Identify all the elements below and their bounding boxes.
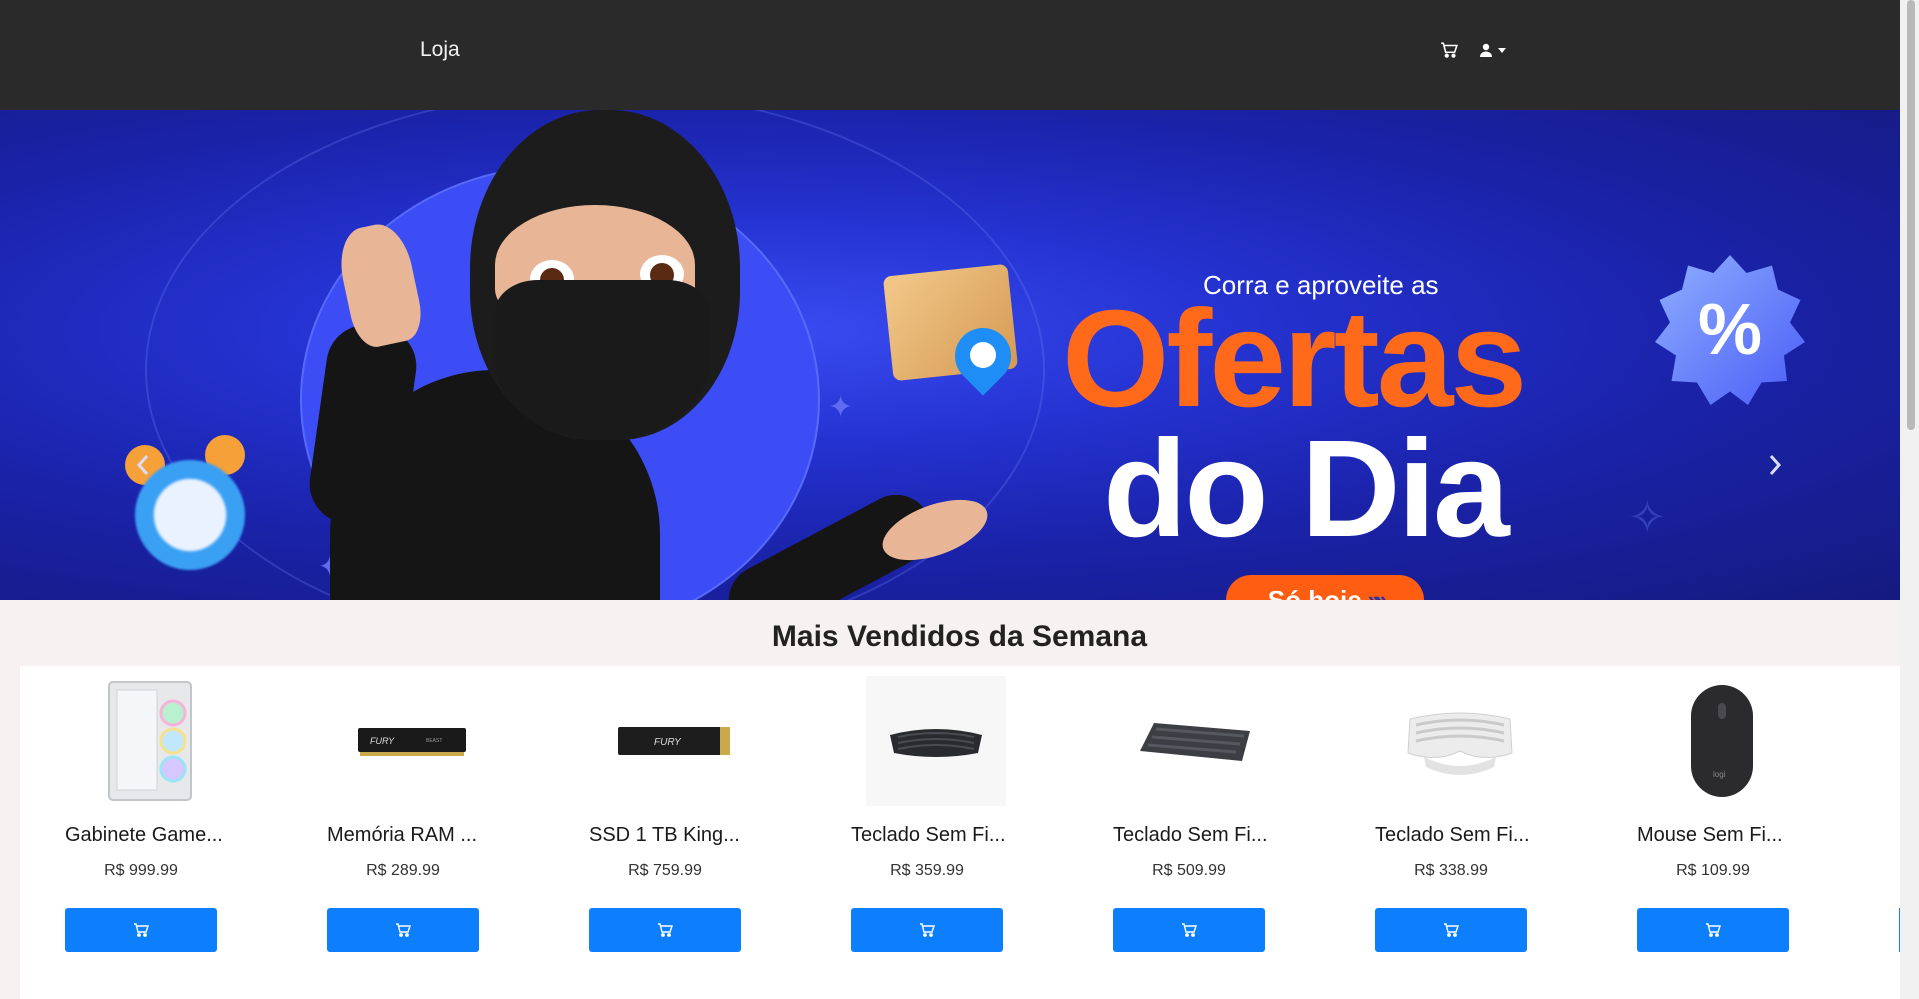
cart-icon (1706, 923, 1721, 937)
percent-icon: % (1697, 290, 1763, 370)
cart-icon (1182, 923, 1197, 937)
svg-text:FURY: FURY (370, 736, 395, 746)
product-price: R$ 338.99 (1414, 862, 1488, 879)
ram-module-image[interactable]: FURY BEAST (342, 676, 482, 806)
add-to-cart-button[interactable] (327, 908, 479, 952)
ergonomic-keyboard-image[interactable] (866, 676, 1006, 806)
product-name[interactable]: Teclado Sem Fi... (1375, 824, 1545, 847)
add-to-cart-button[interactable] (589, 908, 741, 952)
product-price: R$ 759.99 (628, 862, 702, 879)
svg-text:FURY: FURY (654, 737, 682, 748)
hero-cta-button[interactable]: Só hoje »» (1226, 575, 1424, 600)
svg-text:logi: logi (1713, 770, 1726, 779)
carousel-next-button[interactable] (1760, 445, 1790, 485)
double-chevron-icon: »» (1367, 587, 1388, 600)
location-pin-dot (970, 342, 996, 368)
hero-cta-label: Só hoje (1267, 584, 1362, 601)
caret-down-icon (1498, 48, 1506, 53)
discount-badge: % (1655, 255, 1805, 405)
product-price: R$ 289.99 (366, 862, 440, 879)
chevron-right-icon (1769, 455, 1782, 475)
cart-icon (396, 923, 411, 937)
add-to-cart-button[interactable] (65, 908, 217, 952)
ssd-image[interactable]: FURY (604, 676, 744, 806)
cart-icon (134, 923, 149, 937)
white-keyboard-image[interactable] (1390, 676, 1530, 806)
product-price: R$ 109.99 (1676, 862, 1750, 879)
product-price: R$ 509.99 (1152, 862, 1226, 879)
page-scrollbar-thumb[interactable] (1907, 0, 1915, 430)
svg-text:BEAST: BEAST (426, 738, 442, 744)
product-price: R$ 359.99 (890, 862, 964, 879)
add-to-cart-button[interactable] (1113, 908, 1265, 952)
cart-icon (920, 923, 935, 937)
chevron-left-icon (136, 455, 149, 475)
pc-case-image[interactable] (80, 676, 220, 806)
hero-carousel: ✦ ✦ ✦ ✧ ›› % Corra e aproveite as Oferta… (0, 110, 1900, 600)
chevron-logo-icon: ›› (555, 590, 567, 600)
product-name[interactable]: SSD 1 TB King... (589, 824, 759, 847)
hero-title-line1: Ofertas (1062, 282, 1527, 436)
brand-link[interactable]: Loja (420, 38, 460, 62)
shuriken-icon: ✦ (828, 391, 854, 424)
mouse-image[interactable]: logi (1652, 676, 1792, 806)
cart-icon (1444, 923, 1459, 937)
add-to-cart-button[interactable] (1637, 908, 1789, 952)
hero-title-line2: do Dia (1103, 412, 1510, 566)
product-name[interactable]: Gabinete Game... (65, 824, 235, 847)
user-icon (1480, 43, 1492, 57)
product-name[interactable]: Teclado Sem Fi... (1113, 824, 1283, 847)
compact-keyboard-image[interactable] (1128, 676, 1268, 806)
product-price: R$ 999.99 (104, 862, 178, 879)
ninja-mask (495, 280, 710, 440)
product-name[interactable]: Memória RAM ... (327, 824, 497, 847)
add-to-cart-button[interactable] (1375, 908, 1527, 952)
product-carousel: Gabinete Game... R$ 999.99 FURY BEAST Me… (20, 666, 1900, 999)
product-name[interactable]: Teclado Sem Fi... (851, 824, 1021, 847)
user-menu-toggle[interactable] (1478, 38, 1507, 62)
cart-icon (658, 923, 673, 937)
section-title: Mais Vendidos da Semana (771, 620, 1148, 653)
carousel-prev-button[interactable] (128, 445, 158, 485)
shuriken-icon: ✧ (1628, 491, 1667, 543)
cart-icon[interactable] (1440, 38, 1458, 62)
product-name[interactable]: Mouse Sem Fi... (1637, 824, 1807, 847)
top-navbar: Loja (0, 0, 1900, 110)
add-to-cart-button[interactable] (851, 908, 1003, 952)
